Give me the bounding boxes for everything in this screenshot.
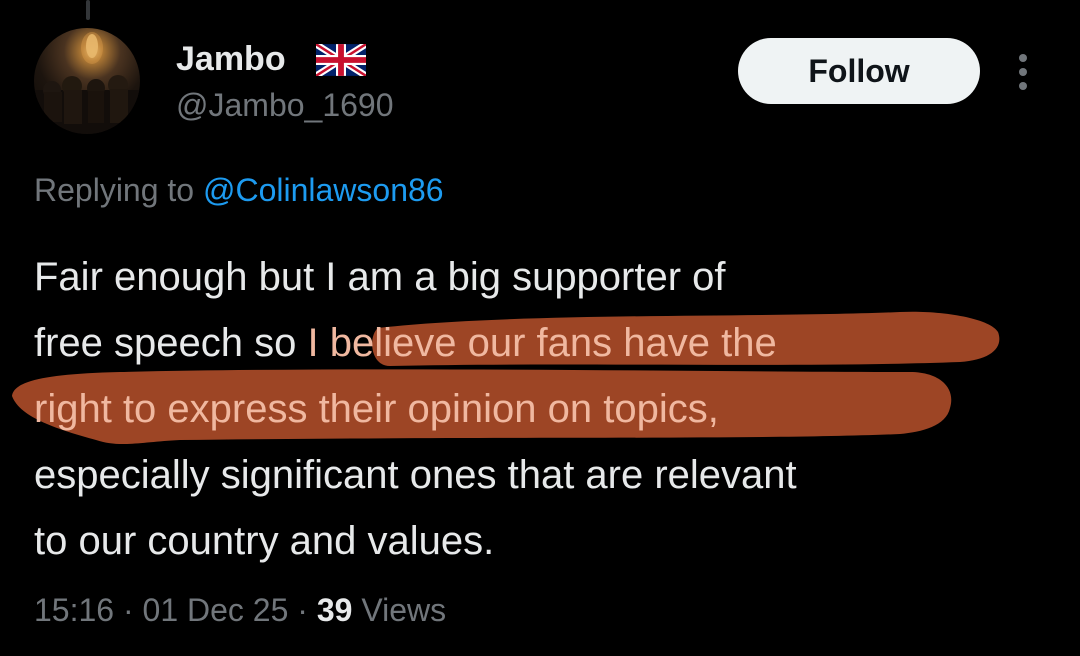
follow-button[interactable]: Follow xyxy=(738,38,980,104)
meta-separator: · xyxy=(114,592,143,628)
replying-to-line: Replying to @Colinlawson86 xyxy=(34,168,444,212)
replied-user-mention-link[interactable]: @Colinlawson86 xyxy=(203,172,444,208)
tweet-line-2-plain: free speech so xyxy=(34,321,308,365)
thread-connector-line xyxy=(86,0,90,20)
tweet-line-2-highlighted: I believe our fans have the xyxy=(307,321,777,365)
meta-separator: · xyxy=(288,592,317,628)
tweet-line-1: Fair enough but I am a big supporter of xyxy=(34,255,726,299)
avatar-image xyxy=(34,32,140,134)
tweet-body: Fair enough but I am a big supporter of … xyxy=(34,244,1044,574)
tweet-metadata: 15:16 · 01 Dec 25 · 39 Views xyxy=(34,588,446,632)
display-name[interactable]: Jambo xyxy=(176,38,286,80)
tweet-line-4: especially significant ones that are rel… xyxy=(34,453,797,497)
avatar[interactable] xyxy=(34,28,140,134)
tweet-line-3-highlighted: right to express their opinion on topics… xyxy=(34,387,719,431)
replying-to-label: Replying to xyxy=(34,172,203,208)
more-options-icon[interactable] xyxy=(1010,50,1036,94)
uk-flag-icon xyxy=(314,41,368,79)
user-handle[interactable]: @Jambo_1690 xyxy=(176,84,394,126)
views-label: Views xyxy=(352,592,447,628)
tweet-line-2: free speech so I believe our fans have t… xyxy=(34,310,1044,376)
views-count[interactable]: 39 xyxy=(317,592,353,628)
tweet-date[interactable]: 01 Dec 25 xyxy=(143,592,289,628)
tweet-line-5: to our country and values. xyxy=(34,519,495,563)
tweet-time[interactable]: 15:16 xyxy=(34,592,114,628)
